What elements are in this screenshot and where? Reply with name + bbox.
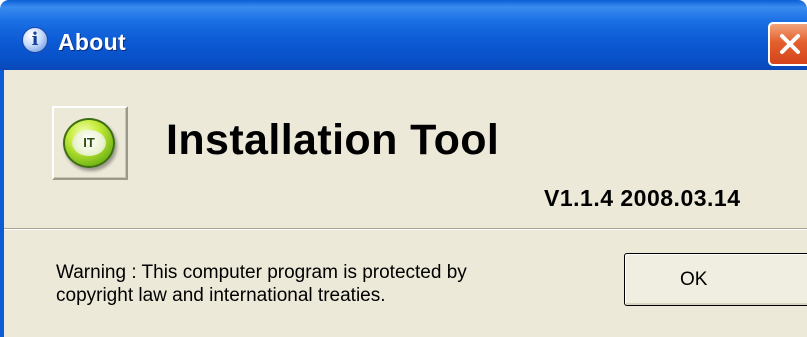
app-icon-label: IT bbox=[72, 130, 106, 156]
app-name: Installation Tool bbox=[166, 116, 500, 164]
app-icon-frame: IT bbox=[52, 106, 128, 180]
version-label: V1.1.4 2008.03.14 bbox=[544, 185, 741, 211]
warning-line-1: Warning : This computer program is prote… bbox=[56, 262, 467, 283]
title-bar[interactable]: i About bbox=[0, 0, 807, 70]
divider-highlight bbox=[4, 229, 807, 230]
dialog-body: IT Installation Tool V1.1.4 2008.03.14 W… bbox=[0, 70, 807, 337]
close-icon bbox=[780, 34, 800, 54]
info-icon: i bbox=[22, 27, 48, 53]
warning-line-2: copyright law and international treaties… bbox=[56, 285, 386, 306]
close-button[interactable] bbox=[768, 22, 807, 66]
window-title: About bbox=[58, 29, 126, 55]
copyright-warning: Warning : This computer program is prote… bbox=[56, 261, 576, 307]
ok-button-label: OK bbox=[680, 269, 708, 290]
about-dialog: i About IT Installation Tool V1.1.4 2008… bbox=[0, 0, 807, 337]
installation-tool-logo-icon: IT bbox=[63, 118, 115, 168]
ok-button[interactable]: OK bbox=[624, 253, 807, 306]
